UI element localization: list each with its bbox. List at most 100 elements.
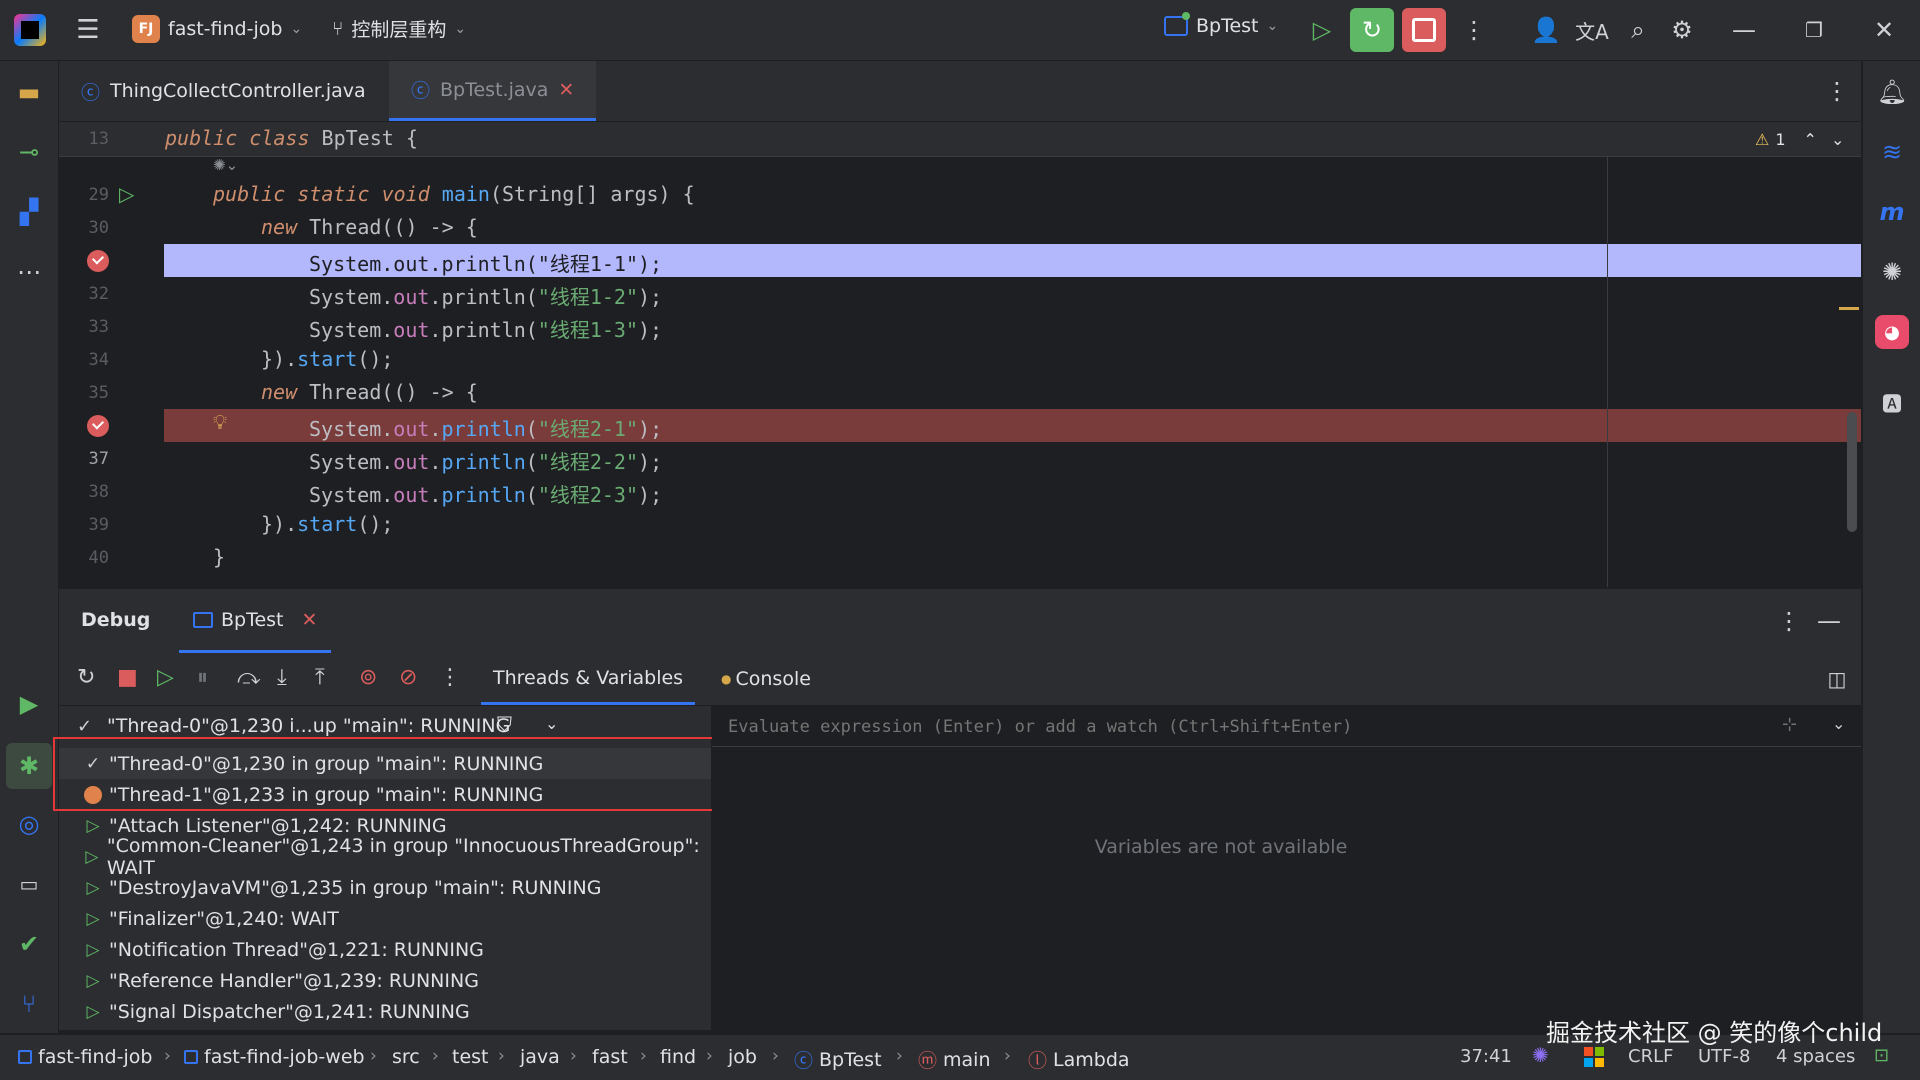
breakpoint-icon[interactable]	[87, 415, 109, 437]
breakpoint-icon[interactable]	[87, 250, 109, 272]
stop-button[interactable]	[1402, 8, 1446, 52]
close-tab-icon[interactable]: ✕	[558, 79, 574, 101]
more-options-icon[interactable]: ⋮	[1771, 603, 1807, 639]
thread-item[interactable]: ▷ "Finalizer"@1,240: WAIT	[59, 903, 711, 934]
breadcrumb-item[interactable]: ⓛ Lambda	[1028, 1046, 1130, 1073]
editor-scrollbar[interactable]	[1847, 412, 1857, 532]
rerun-icon[interactable]: ↻	[77, 665, 95, 690]
app-logo-icon[interactable]	[14, 14, 46, 46]
ai-assistant-icon[interactable]: ✺	[1532, 1043, 1549, 1067]
tab-threads-variables[interactable]: Threads & Variables	[481, 653, 696, 705]
add-user-icon[interactable]: 👤	[1528, 12, 1564, 48]
translate-icon[interactable]: 文A	[1574, 12, 1610, 48]
maven-icon[interactable]: m	[1875, 195, 1909, 229]
thread-item[interactable]: ▷ "Common-Cleaner"@1,243 in group "Innoc…	[59, 835, 711, 879]
thread-item[interactable]: ▷ "Reference Handler"@1,239: RUNNING	[59, 965, 711, 996]
cursor-position[interactable]: 37:41	[1460, 1046, 1512, 1067]
problems-check-icon[interactable]: ✔	[12, 927, 46, 961]
run-config-selector[interactable]: BpTest ⌄	[1164, 12, 1278, 37]
step-into-icon[interactable]: ⤓	[277, 665, 287, 690]
code-editor[interactable]: 13 29 30 32 33 34 35 37 38 39 40 ▷ 💡︎ ✺⌄…	[59, 122, 1861, 587]
layout-settings-icon[interactable]: ◫	[1821, 663, 1853, 695]
indent-setting[interactable]: 4 spaces	[1776, 1046, 1855, 1067]
main-menu-icon[interactable]: ☰	[70, 12, 106, 48]
branch-name: 控制层重构	[351, 19, 447, 41]
settings-gear-icon[interactable]: ⚙	[1664, 12, 1700, 48]
more-tools-icon[interactable]: ⋯	[12, 255, 46, 289]
chevron-down-icon[interactable]: ⌄	[545, 714, 558, 733]
breadcrumb-label: fast	[592, 1046, 628, 1068]
lock-icon[interactable]: ⊡	[1874, 1045, 1889, 1066]
notifications-bell-icon[interactable]: 🔔︎	[1875, 75, 1909, 109]
close-session-icon[interactable]: ✕	[302, 609, 318, 631]
line-number: 34	[88, 350, 109, 370]
lightbulb-icon[interactable]: 💡︎	[213, 410, 227, 434]
minimize-window-icon[interactable]: —	[1726, 12, 1762, 48]
breadcrumb-item[interactable]: fast-find-job	[18, 1046, 152, 1068]
more-options-icon[interactable]: ⋮	[1456, 12, 1492, 48]
restore-window-icon[interactable]: ❐	[1796, 12, 1832, 48]
view-breakpoints-icon[interactable]: ⊚	[359, 665, 377, 690]
branch-selector[interactable]: ⑂ 控制层重构 ⌄	[332, 15, 466, 42]
breadcrumb-item[interactable]: ⓒ BpTest	[794, 1046, 882, 1073]
warning-indicator[interactable]: ⚠ 1 ⌃ ⌄	[1755, 130, 1844, 149]
commit-icon[interactable]: ⊸	[12, 135, 46, 169]
add-watch-icon[interactable]: ⊹	[1782, 714, 1797, 735]
breadcrumb-item[interactable]: test	[452, 1046, 489, 1068]
mute-breakpoints-icon[interactable]: ⊘	[399, 665, 417, 690]
stop-icon[interactable]: ■	[117, 665, 138, 690]
debug-bug-icon[interactable]: ✱	[6, 743, 52, 789]
thread-item[interactable]: ▷ "Notification Thread"@1,221: RUNNING	[59, 934, 711, 965]
database-icon[interactable]: ≋	[1875, 135, 1909, 169]
plugin-icon[interactable]: ◕	[1875, 315, 1909, 349]
project-selector[interactable]: FJ fast-find-job ⌄	[132, 15, 302, 43]
breadcrumb-item[interactable]: fast-find-job-web	[184, 1046, 365, 1068]
right-margin-guide	[1607, 156, 1608, 587]
font-viewer-icon[interactable]: 🅰︎	[1875, 385, 1909, 419]
breadcrumb-item[interactable]: ⓜ main	[918, 1046, 991, 1073]
terminal-icon[interactable]: ▭	[12, 867, 46, 901]
check-icon: ✓	[77, 715, 93, 737]
services-icon[interactable]: ◎	[12, 807, 46, 841]
ai-assistant-icon[interactable]: ✺	[1875, 255, 1909, 289]
breadcrumb-item[interactable]: src	[392, 1046, 420, 1068]
evaluate-expression-input[interactable]	[726, 712, 1770, 742]
step-over-icon[interactable]: ⤼	[237, 665, 261, 690]
search-icon[interactable]: ⌕	[1620, 12, 1656, 48]
thread-item[interactable]: ▷ "DestroyJavaVM"@1,235 in group "main":…	[59, 872, 711, 903]
pause-icon[interactable]: ⏸︎	[197, 665, 208, 690]
tab-bptest[interactable]: ⓒ BpTest.java ✕	[389, 61, 597, 121]
tab-debug-session[interactable]: BpTest ✕	[179, 589, 332, 653]
line-number: 32	[88, 284, 109, 304]
more-options-icon[interactable]: ⋮	[439, 665, 461, 690]
thread-label: "Attach Listener"@1,242: RUNNING	[109, 814, 447, 837]
module-icon	[184, 1050, 198, 1064]
evaluate-expression-bar: ⊹ ⌄	[712, 706, 1861, 747]
chevron-up-icon[interactable]: ⌃	[1804, 130, 1817, 149]
chevron-down-icon[interactable]: ⌄	[1832, 714, 1845, 733]
line-separator[interactable]: CRLF	[1628, 1046, 1673, 1067]
resume-program-icon[interactable]: ▷	[1304, 12, 1340, 48]
breadcrumb-item[interactable]: find	[660, 1046, 696, 1068]
structure-icon[interactable]: ▞	[12, 195, 46, 229]
resume-icon[interactable]: ▷	[157, 665, 174, 690]
run-gutter-icon[interactable]: ▷	[119, 182, 134, 206]
tab-console[interactable]: ● Console	[721, 653, 811, 705]
file-encoding[interactable]: UTF-8	[1698, 1046, 1750, 1067]
step-out-icon[interactable]: ⤒	[315, 665, 325, 690]
tab-options-icon[interactable]: ⋮	[1819, 73, 1855, 109]
chevron-down-icon[interactable]: ⌄	[1831, 130, 1844, 149]
run-icon[interactable]: ▶	[12, 687, 46, 721]
project-folder-icon[interactable]: ▬	[12, 75, 46, 109]
thread-item[interactable]: ▷ "Signal Dispatcher"@1,241: RUNNING	[59, 996, 711, 1027]
hide-panel-icon[interactable]: —	[1811, 603, 1847, 639]
git-icon[interactable]: ⑂	[12, 987, 46, 1021]
ai-hint-icon[interactable]: ✺⌄	[213, 156, 238, 174]
rerun-debug-icon[interactable]: ↻	[1350, 8, 1394, 52]
breadcrumb-item[interactable]: job	[728, 1046, 757, 1068]
filter-icon[interactable]: ⛉	[497, 712, 512, 736]
breadcrumb-item[interactable]: java	[520, 1046, 560, 1068]
close-window-icon[interactable]: ✕	[1866, 12, 1902, 48]
breadcrumb-item[interactable]: fast	[592, 1046, 628, 1068]
tab-thing-collect-controller[interactable]: ⓒ ThingCollectController.java	[59, 61, 388, 121]
